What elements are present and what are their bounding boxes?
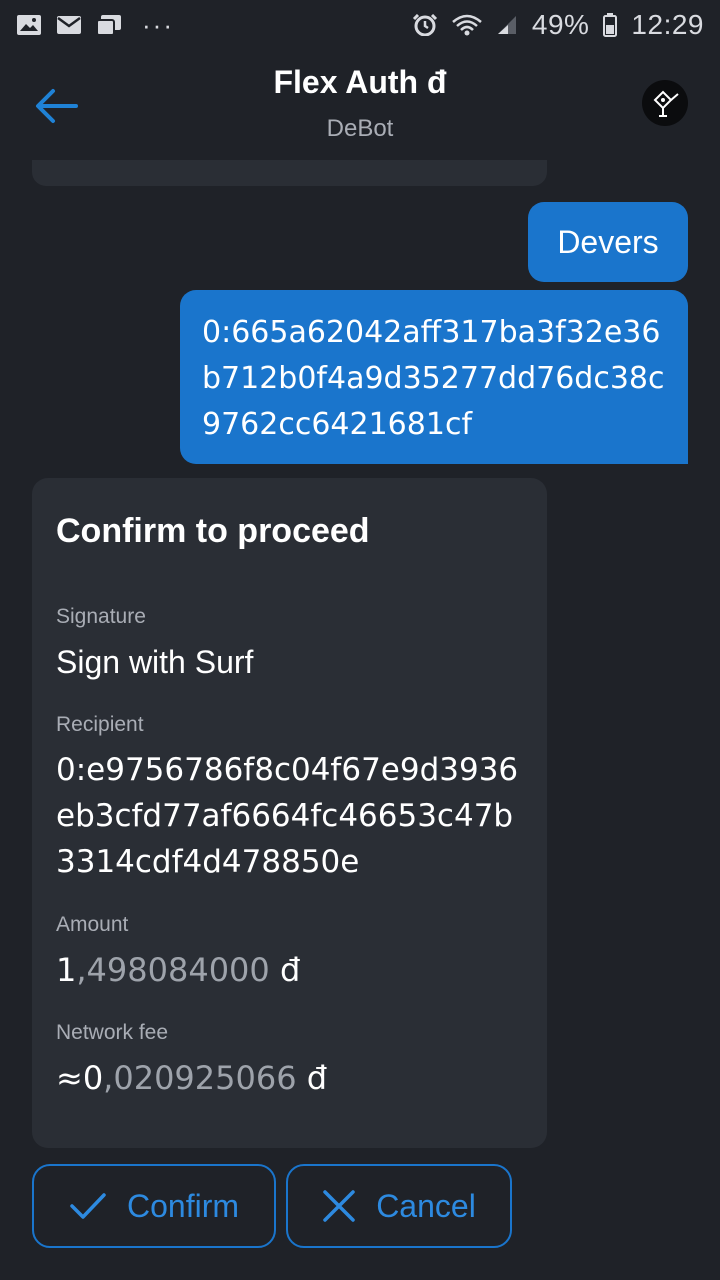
battery-icon	[603, 13, 618, 37]
cancel-label: Cancel	[376, 1187, 476, 1224]
amount-value: 1,498084000 đ	[56, 947, 523, 993]
amount-unit: đ	[269, 951, 301, 989]
gallery-icon	[17, 15, 41, 35]
amount-fraction: ,498084000	[76, 951, 270, 989]
field-value: Sign with Surf	[56, 644, 254, 680]
recipient-address: 0:e9756786f8c04f67e9d3936eb3cfd77af6664f…	[56, 752, 519, 880]
status-left: ···	[16, 10, 174, 41]
amount-integer: 1	[56, 951, 77, 989]
fee-fraction: ,020925066	[103, 1059, 297, 1097]
mail-icon	[57, 16, 81, 34]
confirm-button[interactable]: Confirm	[32, 1164, 276, 1248]
amount-field: Amount 1,498084000 đ	[56, 913, 523, 993]
alarm-icon	[412, 14, 437, 36]
confirm-card: Confirm to proceed Signature Sign with S…	[32, 478, 547, 1148]
debot-logo-icon	[653, 90, 679, 117]
chat-area[interactable]: Devers 0:665a62042aff317ba3f32e36b712b0f…	[0, 160, 720, 1280]
signature-field: Signature Sign with Surf	[56, 605, 523, 685]
field-label: Recipient	[56, 713, 144, 736]
field-label: Signature	[56, 605, 146, 628]
card-title: Confirm to proceed	[56, 512, 370, 550]
action-buttons: Confirm Cancel	[32, 1164, 512, 1248]
close-icon	[323, 1190, 355, 1222]
chat-subtitle: DeBot	[326, 115, 394, 142]
outgoing-message: Devers	[528, 202, 688, 282]
message-text: 0:665a62042aff317ba3f32e36b712b0f4a9d352…	[202, 315, 665, 442]
fee-field: Network fee ≈0,020925066 đ	[56, 1021, 523, 1101]
wifi-icon	[452, 14, 482, 36]
chat-header: Flex Auth đ DeBot	[0, 50, 720, 160]
field-label: Network fee	[56, 1021, 169, 1044]
fee-integer: ≈0	[56, 1059, 104, 1097]
previous-message-bubble	[32, 160, 547, 186]
confirm-label: Confirm	[126, 1187, 239, 1224]
debot-avatar[interactable]	[642, 80, 688, 126]
fee-unit: đ	[296, 1059, 328, 1097]
signal-icon	[497, 16, 516, 34]
chat-title: Flex Auth đ	[273, 64, 447, 100]
battery-percent: 49%	[531, 9, 590, 40]
messages-icon	[96, 15, 121, 36]
title-wrap: Flex Auth đ DeBot	[0, 64, 720, 143]
field-label: Amount	[56, 913, 129, 936]
fee-value: ≈0,020925066 đ	[56, 1055, 523, 1101]
status-bar: ··· 49% 12:29	[0, 0, 720, 50]
recipient-field: Recipient 0:e9756786f8c04f67e9d3936eb3cf…	[56, 713, 523, 885]
message-text: Devers	[557, 223, 659, 260]
clock: 12:29	[631, 9, 704, 40]
cancel-button[interactable]: Cancel	[286, 1164, 512, 1248]
outgoing-message-address: 0:665a62042aff317ba3f32e36b712b0f4a9d352…	[180, 290, 688, 464]
more-notifications: ···	[142, 9, 174, 40]
status-right: 49% 12:29	[412, 9, 704, 41]
checkmark-icon	[70, 1193, 106, 1219]
